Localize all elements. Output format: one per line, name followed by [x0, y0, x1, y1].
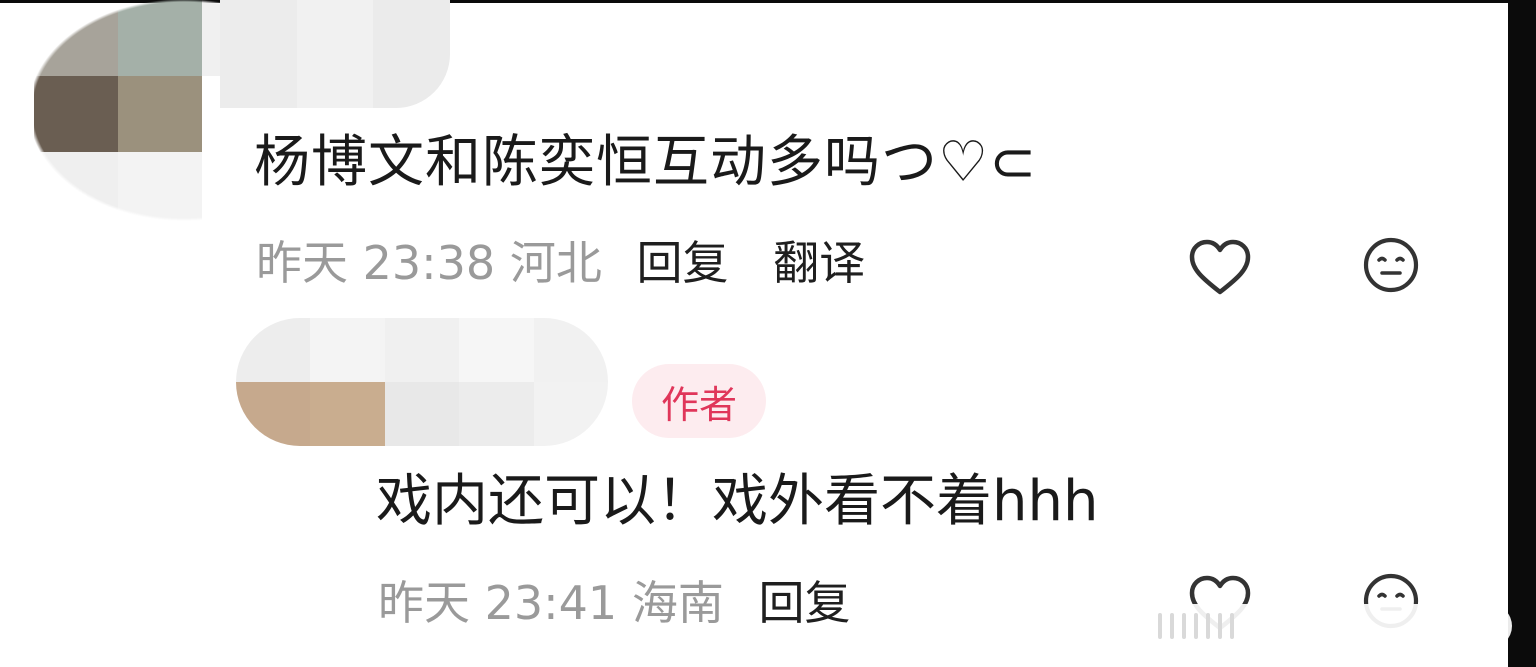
reply-meta: 昨天 23:41 海南 回复 [378, 580, 850, 626]
watermark-bar [1170, 613, 1174, 639]
right-edge [1508, 0, 1536, 667]
heart-outline-icon[interactable] [1188, 238, 1252, 298]
author-badge: 作者 [632, 364, 766, 438]
reply-time: 23:41 [484, 576, 618, 630]
comment-meta: 昨天 23:38 河北 回复 翻译 [256, 240, 865, 286]
watermark-bar [1194, 613, 1198, 639]
watermark-bar [1206, 613, 1210, 639]
comment-location: 河北 [509, 236, 602, 290]
watermark-bar [1218, 613, 1222, 639]
watermark-bar [1230, 613, 1234, 639]
username[interactable] [220, 0, 450, 108]
translate-button[interactable]: 翻译 [773, 236, 865, 290]
meh-face-icon[interactable] [1362, 236, 1420, 294]
reply-avatar[interactable] [236, 318, 608, 446]
reply-text: 戏内还可以！戏外看不着hhh [376, 469, 1099, 534]
reply-button[interactable]: 回复 [636, 236, 728, 290]
comment-date: 昨天 [256, 236, 348, 290]
reply-location: 海南 [631, 576, 724, 630]
comment-thread: 杨博文和陈奕恒互动多吗つ♡⊂ 昨天 23:38 河北 回复 翻译 作者 戏内还可… [0, 0, 1536, 667]
reply-date: 昨天 [378, 576, 470, 630]
reply-button[interactable]: 回复 [758, 576, 850, 630]
comment-text: 杨博文和陈奕恒互动多吗つ♡⊂ [254, 130, 1038, 195]
watermark-overlay [1140, 604, 1512, 648]
watermark-bar [1158, 613, 1162, 639]
comment-time: 23:38 [362, 236, 496, 290]
watermark-bar [1182, 613, 1186, 639]
